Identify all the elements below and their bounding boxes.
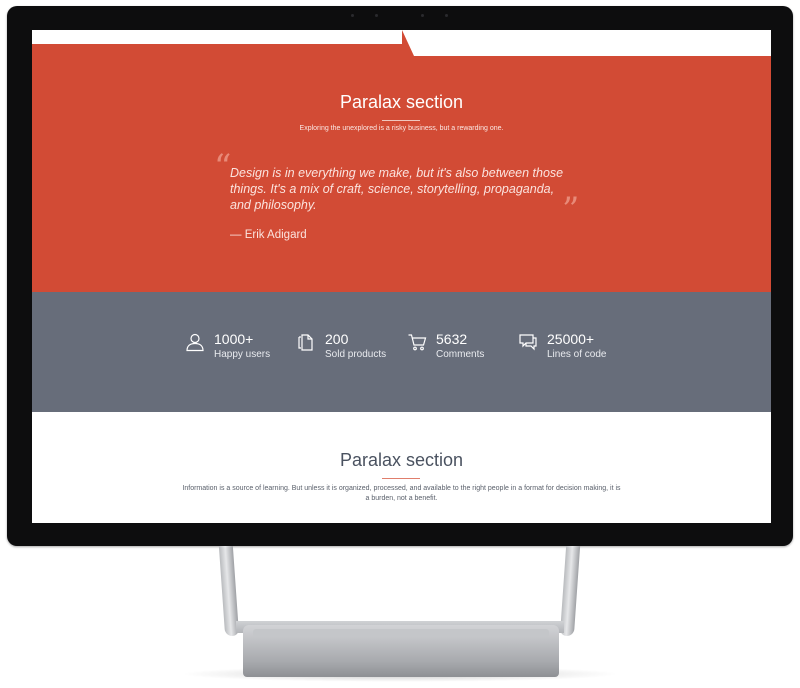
screen: Paralax section Exploring the unexplored… (32, 30, 771, 523)
hero-title-divider (382, 120, 420, 121)
hero-subtitle: Exploring the unexplored is a risky busi… (299, 125, 504, 132)
user-icon (186, 333, 204, 352)
sensor-dot (351, 14, 354, 17)
stat-label: Comments (436, 349, 485, 360)
camera-icon (375, 14, 378, 17)
quote-text: Design is in everything we make, but it'… (230, 166, 564, 212)
stats-section: 1000+ Happy users 200 Sold products 5632… (32, 292, 771, 412)
stat-label: Sold products (325, 349, 387, 360)
monitor-base-top (253, 629, 549, 637)
section-text: Information is a source of learning. But… (182, 485, 621, 502)
info-section: Paralax section Information is a source … (32, 412, 771, 523)
section-title-divider (382, 478, 420, 479)
comment-icon (519, 334, 537, 351)
document-icon (298, 334, 313, 351)
sensor-dot (445, 14, 448, 17)
stat-value: 25000+ (547, 331, 595, 347)
cart-icon (408, 334, 427, 351)
stat-value: 5632 (436, 331, 468, 347)
close-quote-icon: ” (562, 190, 580, 230)
sensor-dot (421, 14, 424, 17)
open-quote-icon: “ (214, 147, 232, 187)
stat-value: 200 (325, 331, 349, 347)
stat-value: 1000+ (214, 331, 254, 347)
stat-label: Happy users (214, 349, 271, 360)
hero-title: Paralax section (339, 92, 464, 112)
section-title: Paralax section (339, 450, 464, 470)
parallax-hero-section: Paralax section Exploring the unexplored… (32, 30, 771, 292)
stat-label: Lines of code (547, 349, 607, 360)
quote-author: — Erik Adigard (230, 229, 307, 241)
